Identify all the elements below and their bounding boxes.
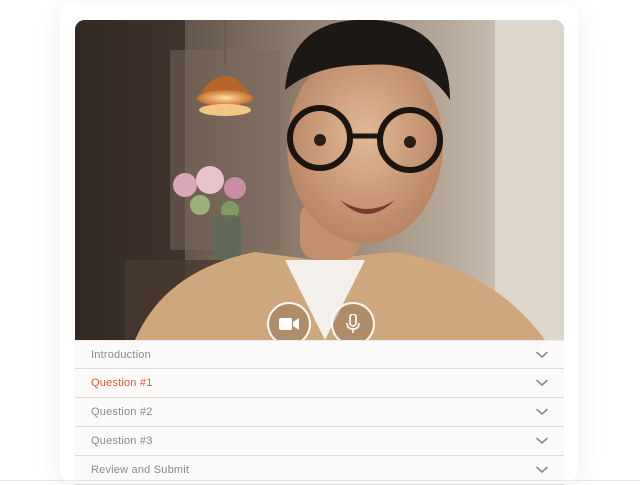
- camera-toggle-button[interactable]: [267, 302, 311, 340]
- step-label: Question #1: [91, 377, 153, 389]
- step-label: Review and Submit: [91, 464, 190, 476]
- chevron-down-icon: [536, 437, 548, 444]
- page-divider: [0, 480, 640, 481]
- microphone-icon: [346, 314, 360, 333]
- step-question-3[interactable]: Question #3: [75, 427, 564, 456]
- microphone-toggle-button[interactable]: [331, 302, 375, 340]
- step-label: Question #2: [91, 406, 153, 418]
- step-introduction[interactable]: Introduction: [75, 340, 564, 369]
- chevron-down-icon: [536, 379, 548, 386]
- chevron-down-icon: [536, 351, 548, 358]
- video-frame-image: [75, 20, 564, 340]
- video-camera-icon: [279, 318, 299, 330]
- step-question-1[interactable]: Question #1: [75, 369, 564, 398]
- step-question-2[interactable]: Question #2: [75, 398, 564, 427]
- interview-steps-accordion: Introduction Question #1 Question #2 Que…: [75, 340, 564, 485]
- chevron-down-icon: [536, 466, 548, 473]
- step-label: Introduction: [91, 348, 151, 361]
- video-preview: [75, 20, 564, 340]
- chevron-down-icon: [536, 408, 548, 415]
- step-label: Question #3: [91, 435, 153, 447]
